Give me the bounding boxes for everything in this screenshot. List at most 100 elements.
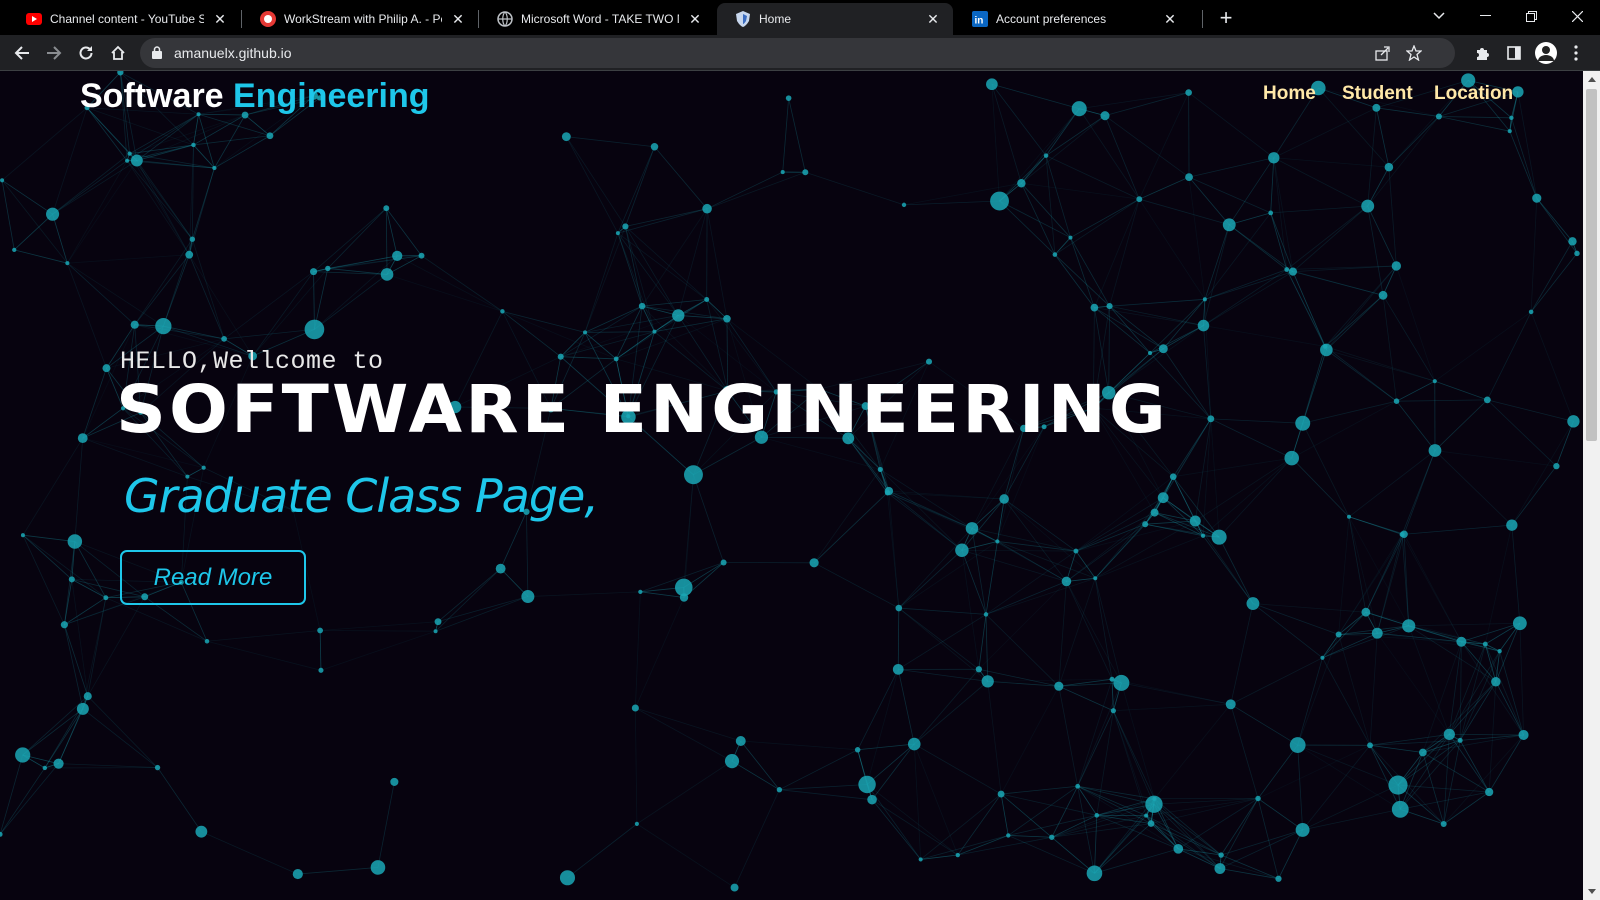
tab-youtube-studio[interactable]: Channel content - YouTube Studio ✕ bbox=[8, 3, 240, 35]
network-link bbox=[1252, 603, 1339, 635]
network-node bbox=[965, 522, 979, 535]
network-link bbox=[779, 749, 858, 791]
menu-kebab-icon[interactable] bbox=[1562, 39, 1590, 67]
close-icon[interactable]: ✕ bbox=[1162, 11, 1178, 27]
network-node bbox=[15, 747, 31, 763]
nav-student[interactable]: Student bbox=[1342, 83, 1413, 105]
network-link bbox=[1257, 744, 1371, 799]
network-link bbox=[1438, 116, 1512, 119]
read-more-button[interactable]: Read More bbox=[120, 550, 306, 605]
network-node bbox=[557, 353, 564, 360]
tab-title: WorkStream with Philip A. - People bbox=[284, 12, 442, 26]
address-bar[interactable]: amanuelx.github.io bbox=[140, 38, 1455, 68]
network-node bbox=[1295, 415, 1311, 431]
new-tab-button[interactable]: + bbox=[1214, 5, 1238, 30]
tab-strip: Channel content - YouTube Studio ✕ WorkS… bbox=[0, 0, 1600, 35]
network-link bbox=[1375, 107, 1390, 168]
share-icon[interactable] bbox=[1368, 39, 1396, 67]
site-logo[interactable]: Software Engineering bbox=[80, 77, 430, 116]
network-link bbox=[1388, 167, 1397, 266]
back-arrow-icon[interactable] bbox=[8, 39, 36, 67]
network-link bbox=[502, 311, 561, 358]
network-link bbox=[320, 621, 439, 631]
extensions-puzzle-icon[interactable] bbox=[1468, 39, 1496, 67]
network-link bbox=[880, 469, 973, 529]
workstream-icon bbox=[260, 11, 276, 27]
tab-title: Home bbox=[759, 12, 792, 26]
minimize-icon[interactable] bbox=[1462, 0, 1508, 32]
network-node bbox=[995, 539, 1000, 544]
network-node bbox=[317, 627, 323, 634]
home-icon[interactable] bbox=[104, 39, 132, 67]
network-node bbox=[559, 870, 576, 886]
close-icon[interactable]: ✕ bbox=[925, 11, 941, 27]
profile-avatar[interactable] bbox=[1532, 39, 1560, 67]
tab-home[interactable]: Home ✕ bbox=[717, 3, 953, 35]
network-link bbox=[319, 630, 322, 671]
bookmark-star-icon[interactable] bbox=[1400, 39, 1428, 67]
network-node bbox=[191, 142, 196, 148]
network-link bbox=[1322, 611, 1367, 659]
tab-microsoft-word[interactable]: Microsoft Word - TAKE TWO MAN ✕ bbox=[479, 3, 715, 35]
close-icon[interactable]: ✕ bbox=[212, 11, 228, 27]
tab-search-icon[interactable] bbox=[1416, 0, 1462, 32]
network-link bbox=[1291, 457, 1350, 518]
lock-icon[interactable] bbox=[152, 46, 162, 64]
network-node bbox=[212, 165, 217, 171]
network-node bbox=[561, 132, 571, 142]
network-link bbox=[957, 835, 1009, 856]
page-scrollbar[interactable] bbox=[1583, 71, 1600, 900]
tab-account-preferences[interactable]: in Account preferences ✕ bbox=[954, 3, 1190, 35]
nav-location[interactable]: Location bbox=[1434, 83, 1513, 105]
network-node bbox=[68, 576, 75, 583]
network-link bbox=[252, 271, 314, 357]
network-link bbox=[1008, 835, 1052, 838]
restore-icon[interactable] bbox=[1508, 0, 1554, 32]
network-link bbox=[223, 271, 314, 340]
network-link bbox=[1461, 641, 1524, 736]
network-node bbox=[622, 223, 629, 230]
network-link bbox=[898, 549, 963, 609]
network-node bbox=[638, 589, 643, 594]
forward-arrow-icon[interactable] bbox=[40, 39, 68, 67]
network-link bbox=[920, 793, 1002, 860]
network-link bbox=[14, 249, 68, 264]
scroll-thumb[interactable] bbox=[1586, 89, 1597, 441]
network-link bbox=[1, 107, 88, 181]
scroll-up-arrow-icon[interactable] bbox=[1583, 71, 1600, 88]
scroll-down-arrow-icon[interactable] bbox=[1583, 883, 1600, 900]
network-link bbox=[1188, 176, 1271, 214]
network-node bbox=[895, 604, 903, 612]
close-window-icon[interactable] bbox=[1554, 0, 1600, 32]
network-link bbox=[999, 200, 1071, 238]
network-node bbox=[125, 158, 130, 163]
network-link bbox=[1324, 265, 1397, 347]
network-link bbox=[740, 740, 858, 751]
network-link bbox=[1219, 829, 1303, 869]
network-node bbox=[858, 775, 876, 794]
tab-workstream[interactable]: WorkStream with Philip A. - People ✕ bbox=[242, 3, 478, 35]
network-link bbox=[560, 356, 617, 360]
network-link bbox=[1, 179, 53, 215]
network-link bbox=[0, 767, 46, 835]
side-panel-icon[interactable] bbox=[1500, 39, 1528, 67]
network-link bbox=[1377, 632, 1486, 645]
network-node bbox=[724, 754, 740, 769]
network-link bbox=[1075, 520, 1196, 552]
nav-home[interactable]: Home bbox=[1263, 83, 1316, 105]
network-node bbox=[1268, 210, 1274, 216]
network-link bbox=[134, 254, 190, 325]
close-icon[interactable]: ✕ bbox=[450, 11, 466, 27]
tab-title: Channel content - YouTube Studio bbox=[50, 12, 204, 26]
close-icon[interactable]: ✕ bbox=[687, 11, 703, 27]
network-node bbox=[1086, 865, 1103, 882]
network-node bbox=[1090, 303, 1099, 312]
network-link bbox=[1153, 798, 1259, 805]
svg-text:in: in bbox=[975, 16, 984, 27]
network-node bbox=[1419, 748, 1427, 757]
network-link bbox=[1369, 733, 1450, 746]
network-link bbox=[1145, 815, 1222, 856]
network-node bbox=[1384, 162, 1394, 172]
network-link bbox=[1218, 457, 1293, 538]
reload-icon[interactable] bbox=[72, 39, 100, 67]
